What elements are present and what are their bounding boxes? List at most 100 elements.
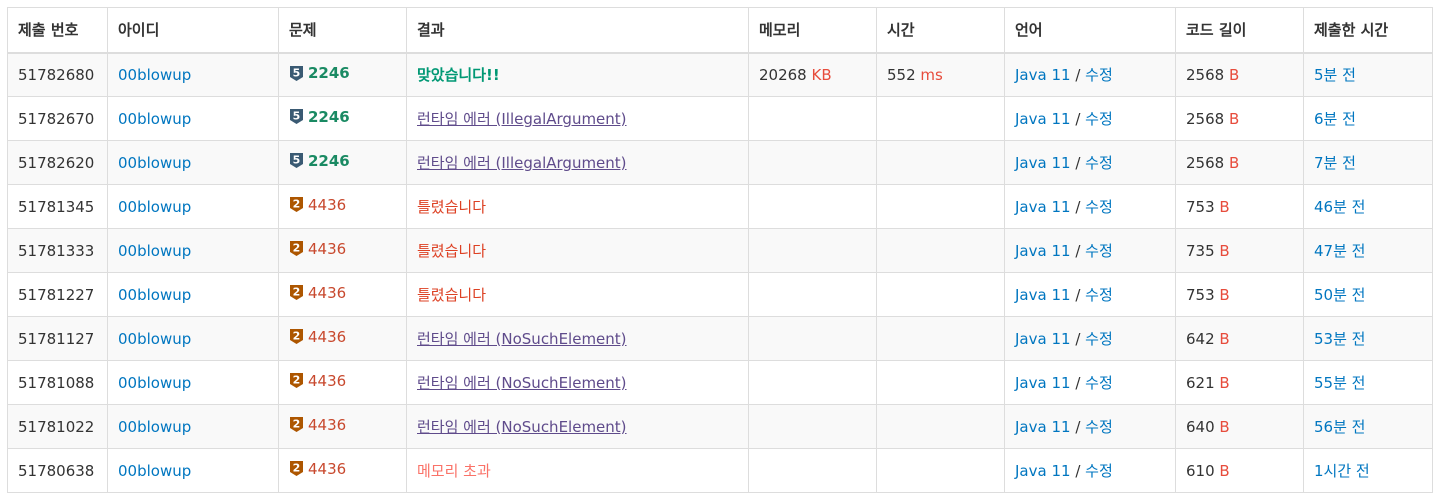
result-cell: 틀렸습니다 — [406, 184, 749, 229]
language-link[interactable]: Java 11 — [1015, 330, 1071, 348]
user-link[interactable]: 00blowup — [118, 374, 191, 392]
result-text[interactable]: 런타임 에러 (IllegalArgument) — [417, 110, 627, 128]
language-cell: Java 11 / 수정 — [1004, 360, 1176, 405]
result-text[interactable]: 런타임 에러 (IllegalArgument) — [417, 154, 627, 172]
result-text[interactable]: 런타임 에러 (NoSuchElement) — [417, 330, 627, 348]
submitted-time-link[interactable]: 47분 전 — [1314, 242, 1365, 260]
user-link[interactable]: 00blowup — [118, 198, 191, 216]
problem-link[interactable]: 5 2246 — [289, 152, 350, 170]
svg-text:2: 2 — [293, 418, 301, 431]
user-link[interactable]: 00blowup — [118, 418, 191, 436]
problem-cell: 2 4436 — [278, 228, 407, 273]
submitted-time-cell: 7분 전 — [1303, 140, 1433, 185]
user-cell: 00blowup — [107, 96, 279, 141]
svg-text:2: 2 — [293, 198, 301, 211]
submitted-time-link[interactable]: 46분 전 — [1314, 198, 1365, 216]
problem-link[interactable]: 2 4436 — [289, 284, 346, 302]
submission-id: 51781088 — [18, 373, 95, 392]
language-cell: Java 11 / 수정 — [1004, 316, 1176, 361]
result-cell: 런타임 에러 (NoSuchElement) — [406, 316, 749, 361]
problem-number: 2246 — [308, 64, 350, 82]
time-value: 552 — [887, 65, 916, 84]
edit-link[interactable]: 수정 — [1085, 330, 1113, 348]
language-link[interactable]: Java 11 — [1015, 374, 1071, 392]
user-link[interactable]: 00blowup — [118, 66, 191, 84]
result-text[interactable]: 런타임 에러 (NoSuchElement) — [417, 374, 627, 392]
user-link[interactable]: 00blowup — [118, 154, 191, 172]
user-cell: 00blowup — [107, 316, 279, 361]
header-language: 언어 — [1004, 7, 1176, 54]
code-length-value: 2568 — [1186, 153, 1225, 172]
code-length-value: 753 — [1186, 285, 1215, 304]
problem-number: 4436 — [308, 327, 347, 346]
submitted-time-link[interactable]: 7분 전 — [1314, 154, 1356, 172]
edit-link[interactable]: 수정 — [1085, 242, 1113, 260]
code-length-cell: 610 B — [1175, 448, 1304, 493]
problem-link[interactable]: 5 2246 — [289, 108, 350, 126]
language-link[interactable]: Java 11 — [1015, 198, 1071, 216]
table-row: 51781333 00blowup 2 4436 틀렸습니다 Java 11 / 수정 73… — [7, 228, 1433, 273]
language-separator: / — [1075, 418, 1081, 436]
submission-id: 51782680 — [18, 65, 95, 84]
submitted-time-link[interactable]: 53분 전 — [1314, 330, 1365, 348]
time-cell — [876, 184, 1005, 229]
edit-link[interactable]: 수정 — [1085, 154, 1113, 172]
edit-link[interactable]: 수정 — [1085, 418, 1113, 436]
submitted-time-link[interactable]: 5분 전 — [1314, 66, 1356, 84]
svg-text:2: 2 — [293, 242, 301, 255]
user-link[interactable]: 00blowup — [118, 242, 191, 260]
user-cell: 00blowup — [107, 140, 279, 185]
user-link[interactable]: 00blowup — [118, 462, 191, 480]
edit-link[interactable]: 수정 — [1085, 286, 1113, 304]
edit-link[interactable]: 수정 — [1085, 374, 1113, 392]
submitted-time-link[interactable]: 56분 전 — [1314, 418, 1365, 436]
problem-cell: 2 4436 — [278, 448, 407, 493]
code-length-value: 640 — [1186, 417, 1215, 436]
language-link[interactable]: Java 11 — [1015, 66, 1071, 84]
header-memory: 메모리 — [748, 7, 877, 54]
result-text: 맞았습니다!! — [417, 66, 500, 85]
submitted-time-link[interactable]: 55분 전 — [1314, 374, 1365, 392]
problem-link[interactable]: 2 4436 — [289, 196, 346, 214]
table-header: 제출 번호 아이디 문제 결과 메모리 시간 언어 코드 길이 제출한 시간 — [7, 7, 1433, 54]
code-length-unit: B — [1219, 197, 1230, 216]
edit-link[interactable]: 수정 — [1085, 462, 1113, 480]
edit-link[interactable]: 수정 — [1085, 198, 1113, 216]
code-length-unit: B — [1219, 373, 1230, 392]
problem-cell: 2 4436 — [278, 360, 407, 405]
problem-link[interactable]: 2 4436 — [289, 460, 346, 478]
submission-id: 51781227 — [18, 285, 95, 304]
problem-link[interactable]: 2 4436 — [289, 328, 346, 346]
language-link[interactable]: Java 11 — [1015, 462, 1071, 480]
language-link[interactable]: Java 11 — [1015, 110, 1071, 128]
edit-link[interactable]: 수정 — [1085, 66, 1113, 84]
user-link[interactable]: 00blowup — [118, 286, 191, 304]
language-link[interactable]: Java 11 — [1015, 242, 1071, 260]
problem-link[interactable]: 5 2246 — [289, 64, 350, 82]
memory-unit: KB — [811, 65, 832, 84]
user-link[interactable]: 00blowup — [118, 330, 191, 348]
bronze-2-icon: 2 — [290, 373, 303, 389]
language-link[interactable]: Java 11 — [1015, 286, 1071, 304]
user-link[interactable]: 00blowup — [118, 110, 191, 128]
language-cell: Java 11 / 수정 — [1004, 184, 1176, 229]
language-link[interactable]: Java 11 — [1015, 154, 1071, 172]
time-cell: 552 ms — [876, 52, 1005, 97]
edit-link[interactable]: 수정 — [1085, 110, 1113, 128]
code-length-value: 642 — [1186, 329, 1215, 348]
result-text[interactable]: 런타임 에러 (NoSuchElement) — [417, 418, 627, 436]
code-length-cell: 735 B — [1175, 228, 1304, 273]
problem-link[interactable]: 2 4436 — [289, 416, 346, 434]
language-link[interactable]: Java 11 — [1015, 418, 1071, 436]
submitted-time-link[interactable]: 50분 전 — [1314, 286, 1365, 304]
problem-link[interactable]: 2 4436 — [289, 240, 346, 258]
time-cell — [876, 272, 1005, 317]
header-time: 시간 — [876, 7, 1005, 54]
submitted-time-link[interactable]: 1시간 전 — [1314, 462, 1370, 480]
memory-cell — [748, 316, 877, 361]
submitted-time-cell: 1시간 전 — [1303, 448, 1433, 493]
problem-link[interactable]: 2 4436 — [289, 372, 346, 390]
submitted-time-link[interactable]: 6분 전 — [1314, 110, 1356, 128]
memory-value: 20268 — [759, 65, 807, 84]
user-cell: 00blowup — [107, 184, 279, 229]
